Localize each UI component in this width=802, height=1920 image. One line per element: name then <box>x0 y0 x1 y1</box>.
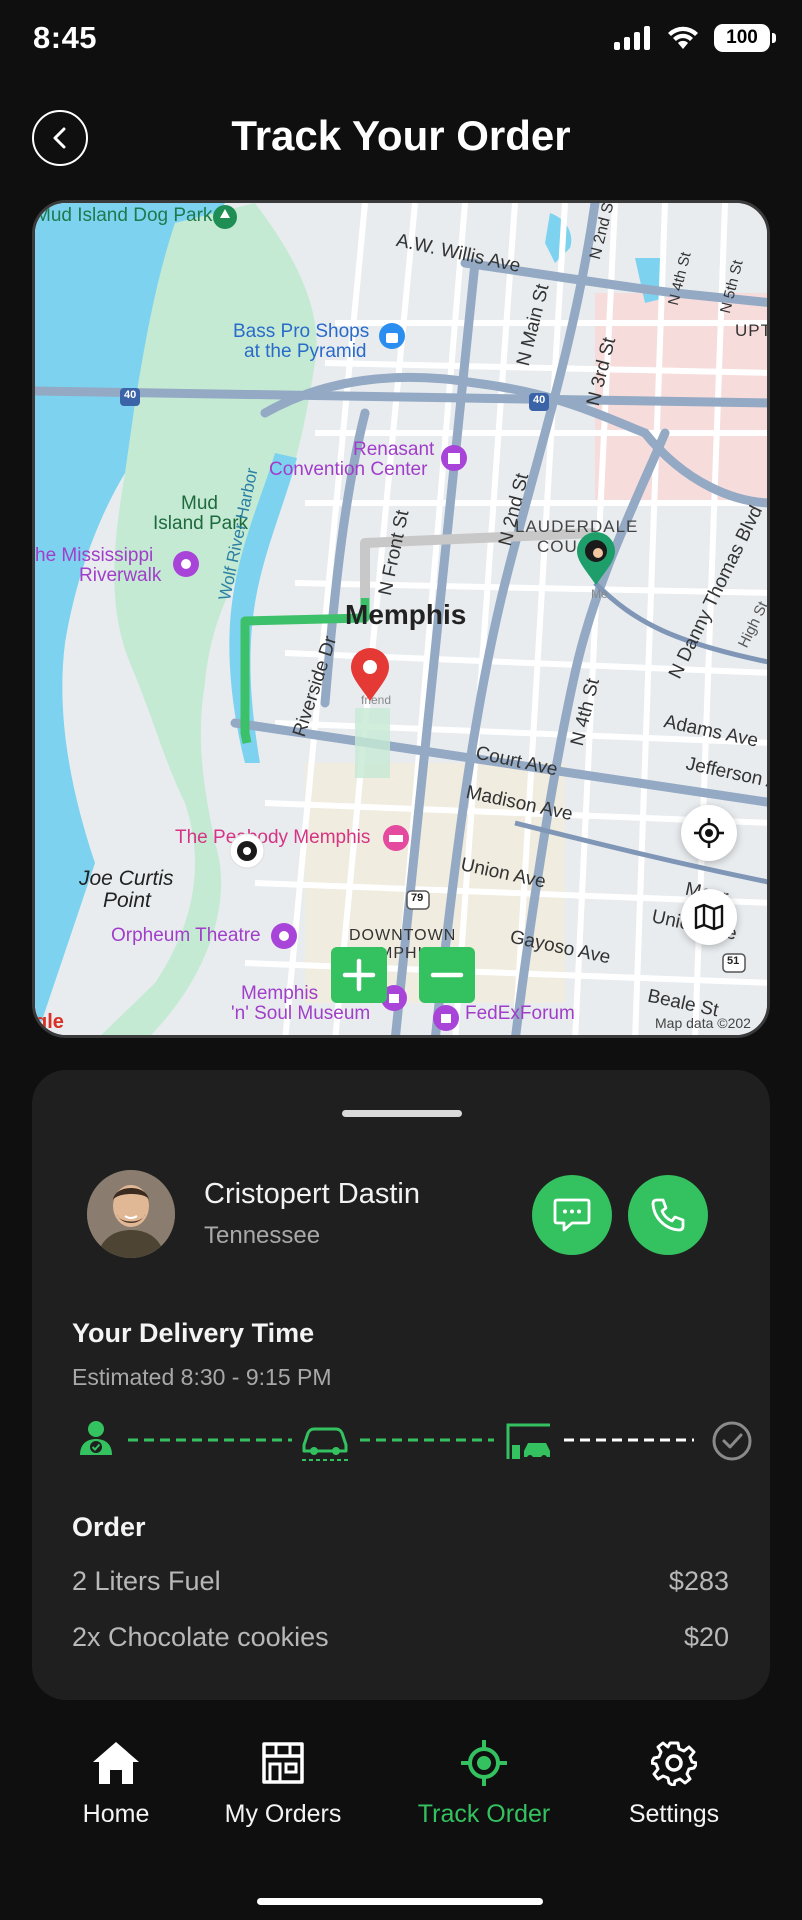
nav-settings[interactable]: Settings <box>616 1740 732 1829</box>
car-en-route-icon <box>302 1427 348 1461</box>
order-item-price: $283 <box>668 1566 729 1596</box>
map-icon <box>694 903 724 931</box>
status-bar: 8:45 100 <box>0 0 802 78</box>
driver-avatar <box>87 1170 175 1258</box>
order-item-row: 2 Liters Fuel $283 <box>72 1566 729 1597</box>
status-icons: 100 <box>614 24 776 52</box>
map-label-google: gle <box>35 1011 64 1033</box>
driver-name: Cristopert Dastin <box>204 1178 420 1210</box>
call-button[interactable] <box>628 1175 708 1255</box>
delivery-progress <box>72 1415 752 1465</box>
convention-pin-icon <box>441 445 467 471</box>
order-item-row: 2x Chocolate cookies $20 <box>72 1622 729 1653</box>
order-details-sheet: Cristopert Dastin Tennessee Your Deliver… <box>32 1070 770 1700</box>
map-label-hwy-40a: 40 <box>124 389 137 401</box>
gear-icon <box>651 1741 697 1786</box>
sheet-handle[interactable] <box>342 1110 462 1117</box>
map-label-peabody: The Peabody Memphis <box>175 827 371 848</box>
header: Track Your Order <box>0 100 802 176</box>
cellular-signal-icon <box>614 26 650 50</box>
map-view[interactable]: Mud Island Dog Park A.W. Willis Ave Bass… <box>32 200 770 1038</box>
destination-pin-icon <box>351 648 389 701</box>
map-label-dog-park: Mud Island Dog Park <box>35 205 213 226</box>
zoom-in-button[interactable] <box>331 947 387 1003</box>
fuel-station-icon <box>506 1423 550 1461</box>
map-label-mississippi: he Mississippi <box>35 545 154 566</box>
delivery-estimate: Estimated 8:30 - 9:15 PM <box>72 1364 332 1390</box>
minus-icon <box>430 972 464 978</box>
map-label-mud: Mud <box>181 493 218 514</box>
battery-indicator: 100 <box>714 24 776 52</box>
page-title: Track Your Order <box>231 112 571 159</box>
home-indicator[interactable] <box>257 1898 543 1905</box>
shopping-pin-icon <box>379 323 405 349</box>
map-label-downtown: DOWNTOWN <box>349 927 457 944</box>
nav-my-orders-label: My Orders <box>224 1800 342 1828</box>
location-target-icon <box>461 1740 507 1786</box>
map-label-uptown: UPT <box>735 321 770 340</box>
nav-settings-label: Settings <box>628 1800 720 1828</box>
delivery-time-title: Your Delivery Time <box>72 1318 315 1348</box>
origin-marker-icon <box>229 833 265 869</box>
message-button[interactable] <box>532 1175 612 1255</box>
park-pin-icon <box>213 205 237 229</box>
phone-icon <box>651 1198 685 1232</box>
hotel-pin-icon <box>383 825 409 851</box>
map-label-orpheum: Orpheum Theatre <box>111 925 261 946</box>
bottom-navigation: Home My Orders Track Order Settings <box>0 1740 802 1880</box>
map-label-map-data: Map data ©202 <box>655 1015 751 1031</box>
zoom-out-button[interactable] <box>419 947 475 1003</box>
map-label-point: Point <box>103 889 151 912</box>
map-label-renasant: Renasant <box>353 439 435 460</box>
map-label-convention: Convention Center <box>269 459 428 480</box>
map-label-joe-curtis: Joe Curtis <box>79 867 174 890</box>
arena-pin-icon <box>433 1005 459 1031</box>
nav-home-label: Home <box>82 1800 150 1828</box>
order-item-price: $20 <box>683 1622 729 1652</box>
map-layers-button[interactable] <box>681 889 737 945</box>
map-label-riverwalk: Riverwalk <box>79 565 162 586</box>
driver-location-pin-icon <box>577 532 615 585</box>
map-label-hwy-51: 51 <box>727 955 740 967</box>
delivered-check-icon <box>712 1421 752 1461</box>
home-icon <box>93 1742 139 1784</box>
nav-track-order-label: Track Order <box>417 1800 551 1828</box>
order-item-name: 2 Liters Fuel <box>72 1566 221 1596</box>
wifi-icon <box>668 26 698 49</box>
customer-confirmed-icon <box>80 1421 112 1455</box>
map-label-soul-1: Memphis <box>241 983 319 1004</box>
recenter-button[interactable] <box>681 805 737 861</box>
driver-location: Tennessee <box>204 1222 321 1249</box>
map-label-hwy-79: 79 <box>411 892 424 904</box>
map-label-me: Me <box>591 587 608 601</box>
plus-icon <box>342 958 376 992</box>
map-label-soul-2: 'n' Soul Museum <box>231 1003 371 1024</box>
nav-home[interactable]: Home <box>70 1740 162 1829</box>
store-icon <box>262 1742 304 1784</box>
nav-my-orders[interactable]: My Orders <box>216 1740 350 1829</box>
chat-icon <box>553 1198 591 1232</box>
theatre-pin-icon <box>271 923 297 949</box>
status-time: 8:45 <box>33 20 98 55</box>
order-title: Order <box>72 1512 146 1542</box>
map-label-fedex: FedExForum <box>465 1003 575 1024</box>
map-label-hwy-40b: 40 <box>533 394 546 406</box>
map-label-cou: COU <box>537 537 578 556</box>
map-label-memphis: Memphis <box>345 599 467 630</box>
museum-pin-icon <box>173 551 199 577</box>
crosshair-icon <box>694 818 724 848</box>
map-label-bass-pro: Bass Pro Shops <box>233 321 370 342</box>
driver-photo <box>87 1170 175 1258</box>
nav-track-order[interactable]: Track Order <box>408 1740 560 1829</box>
order-item-name: 2x Chocolate cookies <box>72 1622 329 1652</box>
map-label-pyramid: at the Pyramid <box>244 341 367 362</box>
